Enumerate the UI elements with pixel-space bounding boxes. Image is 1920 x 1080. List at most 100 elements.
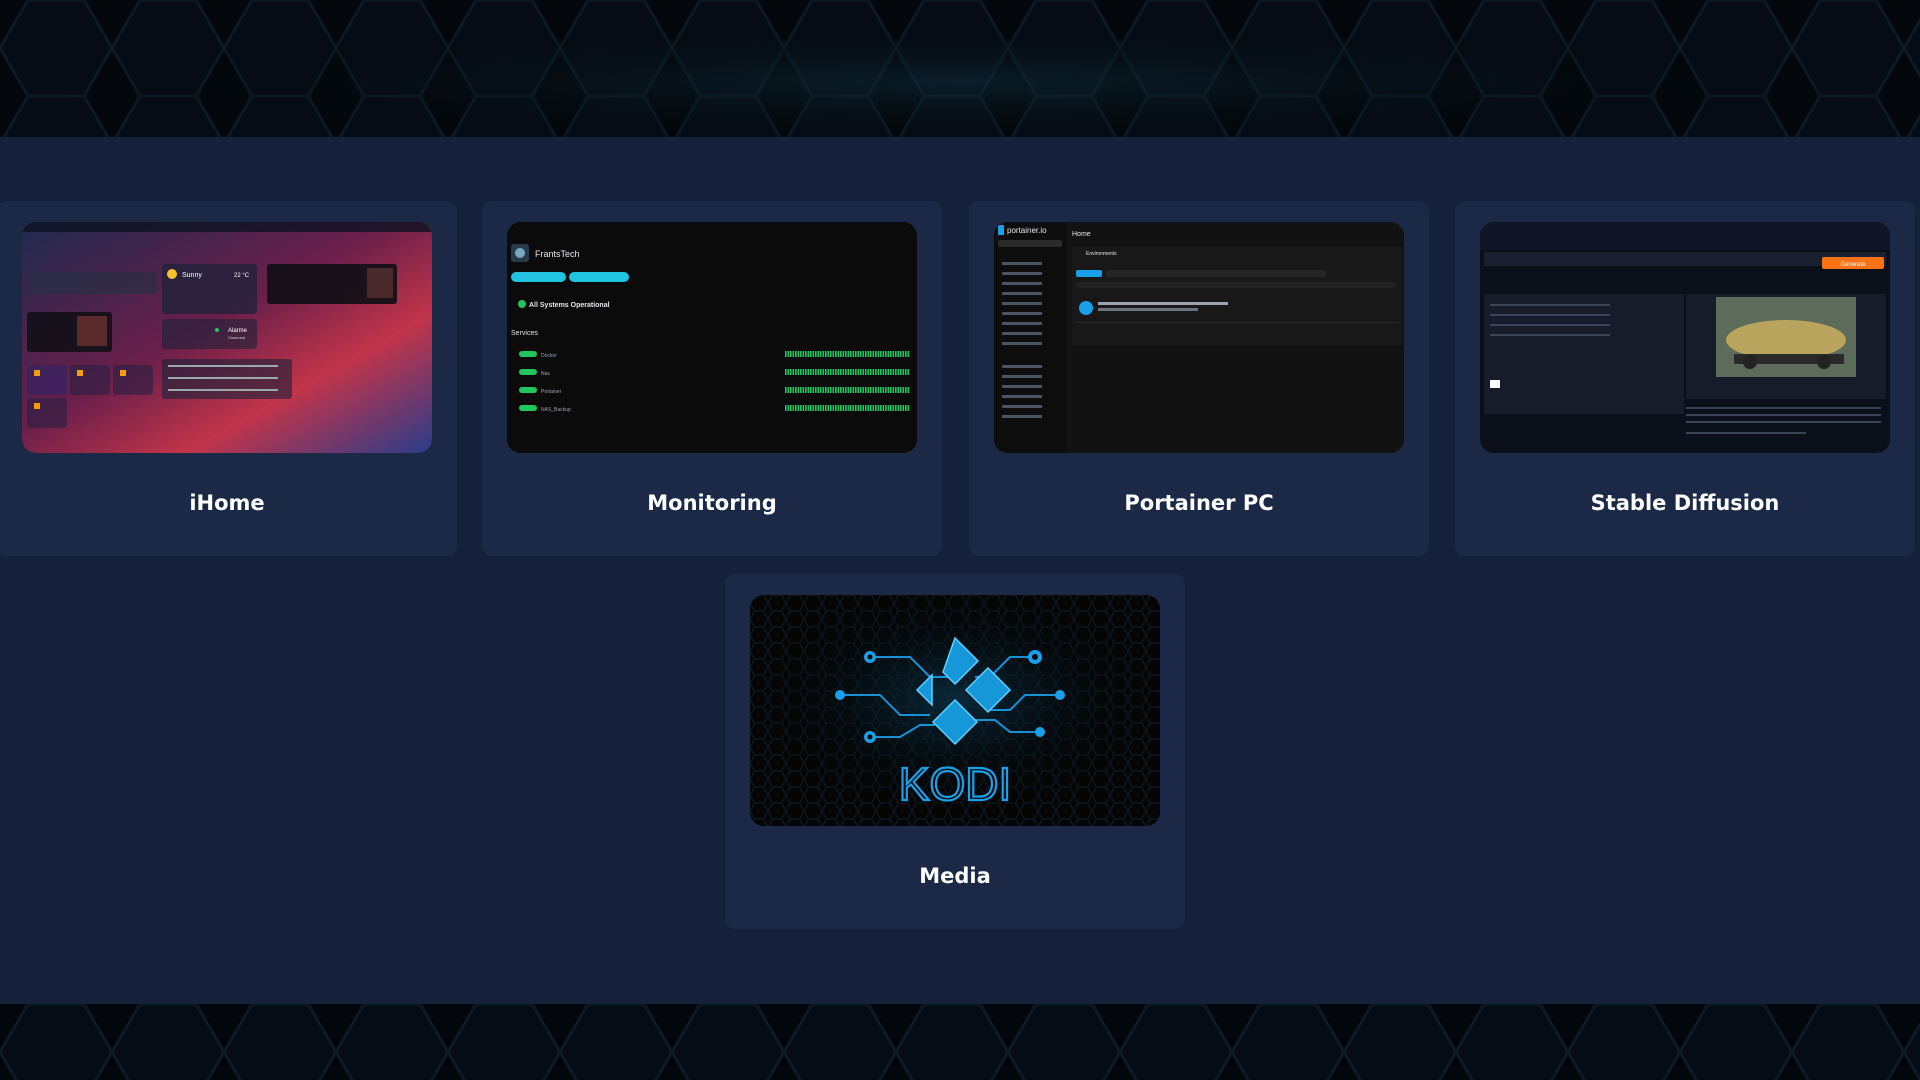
uptime-tick: [872, 369, 875, 375]
uptime-tick: [802, 351, 805, 357]
uptime-tick: [897, 351, 900, 357]
uptime-tick: [787, 369, 790, 375]
uptime-tick: [807, 369, 810, 375]
uptime-tick: [820, 369, 822, 375]
uptime-tick: [805, 351, 807, 357]
tile-label-portainer: Portainer PC: [1124, 491, 1274, 515]
ihome-preview: Sunny 22 °C Alarme Disarmed: [22, 222, 432, 453]
uptime-tick: [837, 405, 840, 411]
uptime-tick: [840, 369, 842, 375]
uptime-tick: [880, 405, 882, 411]
uptime-tick: [870, 351, 872, 357]
uptime-tick: [902, 369, 905, 375]
uptime-tick: [892, 387, 895, 393]
uptime-tick: [882, 351, 885, 357]
uptime-tick: [860, 351, 862, 357]
monitoring-services-heading: Services: [511, 330, 538, 337]
monitoring-service-name: Portainer: [541, 389, 562, 395]
uptime-tick: [887, 387, 890, 393]
uptime-tick: [810, 405, 812, 411]
uptime-tick: [857, 369, 860, 375]
header-background: [0, 0, 1920, 137]
stable-diffusion-preview: Generate: [1480, 222, 1890, 453]
ihome-alarm-state: Disarmed: [228, 335, 245, 340]
uptime-tick: [852, 387, 855, 393]
uptime-tick: [832, 351, 835, 357]
uptime-tick: [810, 369, 812, 375]
uptime-tick: [897, 387, 900, 393]
uptime-tick: [827, 405, 830, 411]
tile-ihome[interactable]: Sunny 22 °C Alarme Disarmed iHome: [0, 201, 457, 556]
uptime-tick: [850, 387, 852, 393]
monitoring-preview: FrantsTech All Systems Operational Servi…: [507, 222, 917, 453]
uptime-tick: [825, 387, 827, 393]
uptime-tick: [865, 387, 867, 393]
uptime-tick: [802, 405, 805, 411]
ihome-temperature-text: 22 °C: [234, 273, 250, 279]
uptime-tick: [790, 387, 792, 393]
uptime-tick: [867, 387, 870, 393]
uptime-tick: [837, 387, 840, 393]
ihome-weather-text: Sunny: [182, 272, 202, 279]
uptime-tick: [870, 369, 872, 375]
uptime-tick: [850, 351, 852, 357]
uptime-tick: [842, 405, 845, 411]
tile-monitoring[interactable]: FrantsTech All Systems Operational Servi…: [482, 201, 942, 556]
monitoring-service-name: Nas: [541, 371, 550, 377]
uptime-tick: [805, 387, 807, 393]
uptime-tick: [900, 369, 902, 375]
uptime-tick: [892, 405, 895, 411]
uptime-tick: [822, 387, 825, 393]
tile-stable-diffusion[interactable]: Generate Stable Diffusion: [1455, 201, 1915, 556]
uptime-tick: [832, 387, 835, 393]
uptime-tick: [832, 369, 835, 375]
uptime-tick: [852, 405, 855, 411]
uptime-tick: [867, 405, 870, 411]
uptime-tick: [800, 369, 802, 375]
tile-portainer[interactable]: portainer.io Home Environments Portainer…: [969, 201, 1429, 556]
portainer-section-title: Environments: [1086, 251, 1117, 257]
uptime-tick: [862, 405, 865, 411]
uptime-tick: [797, 369, 800, 375]
uptime-tick: [822, 369, 825, 375]
uptime-tick: [797, 351, 800, 357]
uptime-tick: [835, 351, 837, 357]
uptime-tick: [905, 387, 907, 393]
uptime-tick: [810, 387, 812, 393]
uptime-tick: [907, 405, 910, 411]
uptime-tick: [865, 369, 867, 375]
uptime-tick: [885, 405, 887, 411]
uptime-tick: [870, 387, 872, 393]
uptime-tick: [882, 369, 885, 375]
uptime-tick: [907, 351, 910, 357]
uptime-tick: [810, 351, 812, 357]
uptime-tick: [855, 387, 857, 393]
uptime-tick: [892, 369, 895, 375]
uptime-tick: [820, 387, 822, 393]
uptime-tick: [825, 405, 827, 411]
uptime-tick: [792, 387, 795, 393]
uptime-tick: [905, 351, 907, 357]
uptime-tick: [885, 369, 887, 375]
footer-background: [0, 1004, 1920, 1080]
uptime-tick: [882, 387, 885, 393]
uptime-tick: [845, 351, 847, 357]
uptime-tick: [815, 369, 817, 375]
uptime-tick: [847, 405, 850, 411]
uptime-tick: [795, 405, 797, 411]
uptime-tick: [902, 405, 905, 411]
uptime-tick: [867, 369, 870, 375]
uptime-tick: [855, 369, 857, 375]
uptime-tick: [787, 351, 790, 357]
uptime-tick: [815, 387, 817, 393]
uptime-tick: [890, 387, 892, 393]
uptime-tick: [882, 405, 885, 411]
tile-media[interactable]: KODI Media: [725, 574, 1185, 929]
uptime-tick: [847, 351, 850, 357]
uptime-tick: [840, 405, 842, 411]
portainer-page-title: Home: [1072, 231, 1091, 238]
uptime-tick: [827, 351, 830, 357]
uptime-tick: [800, 351, 802, 357]
uptime-tick: [805, 369, 807, 375]
uptime-tick: [787, 387, 790, 393]
